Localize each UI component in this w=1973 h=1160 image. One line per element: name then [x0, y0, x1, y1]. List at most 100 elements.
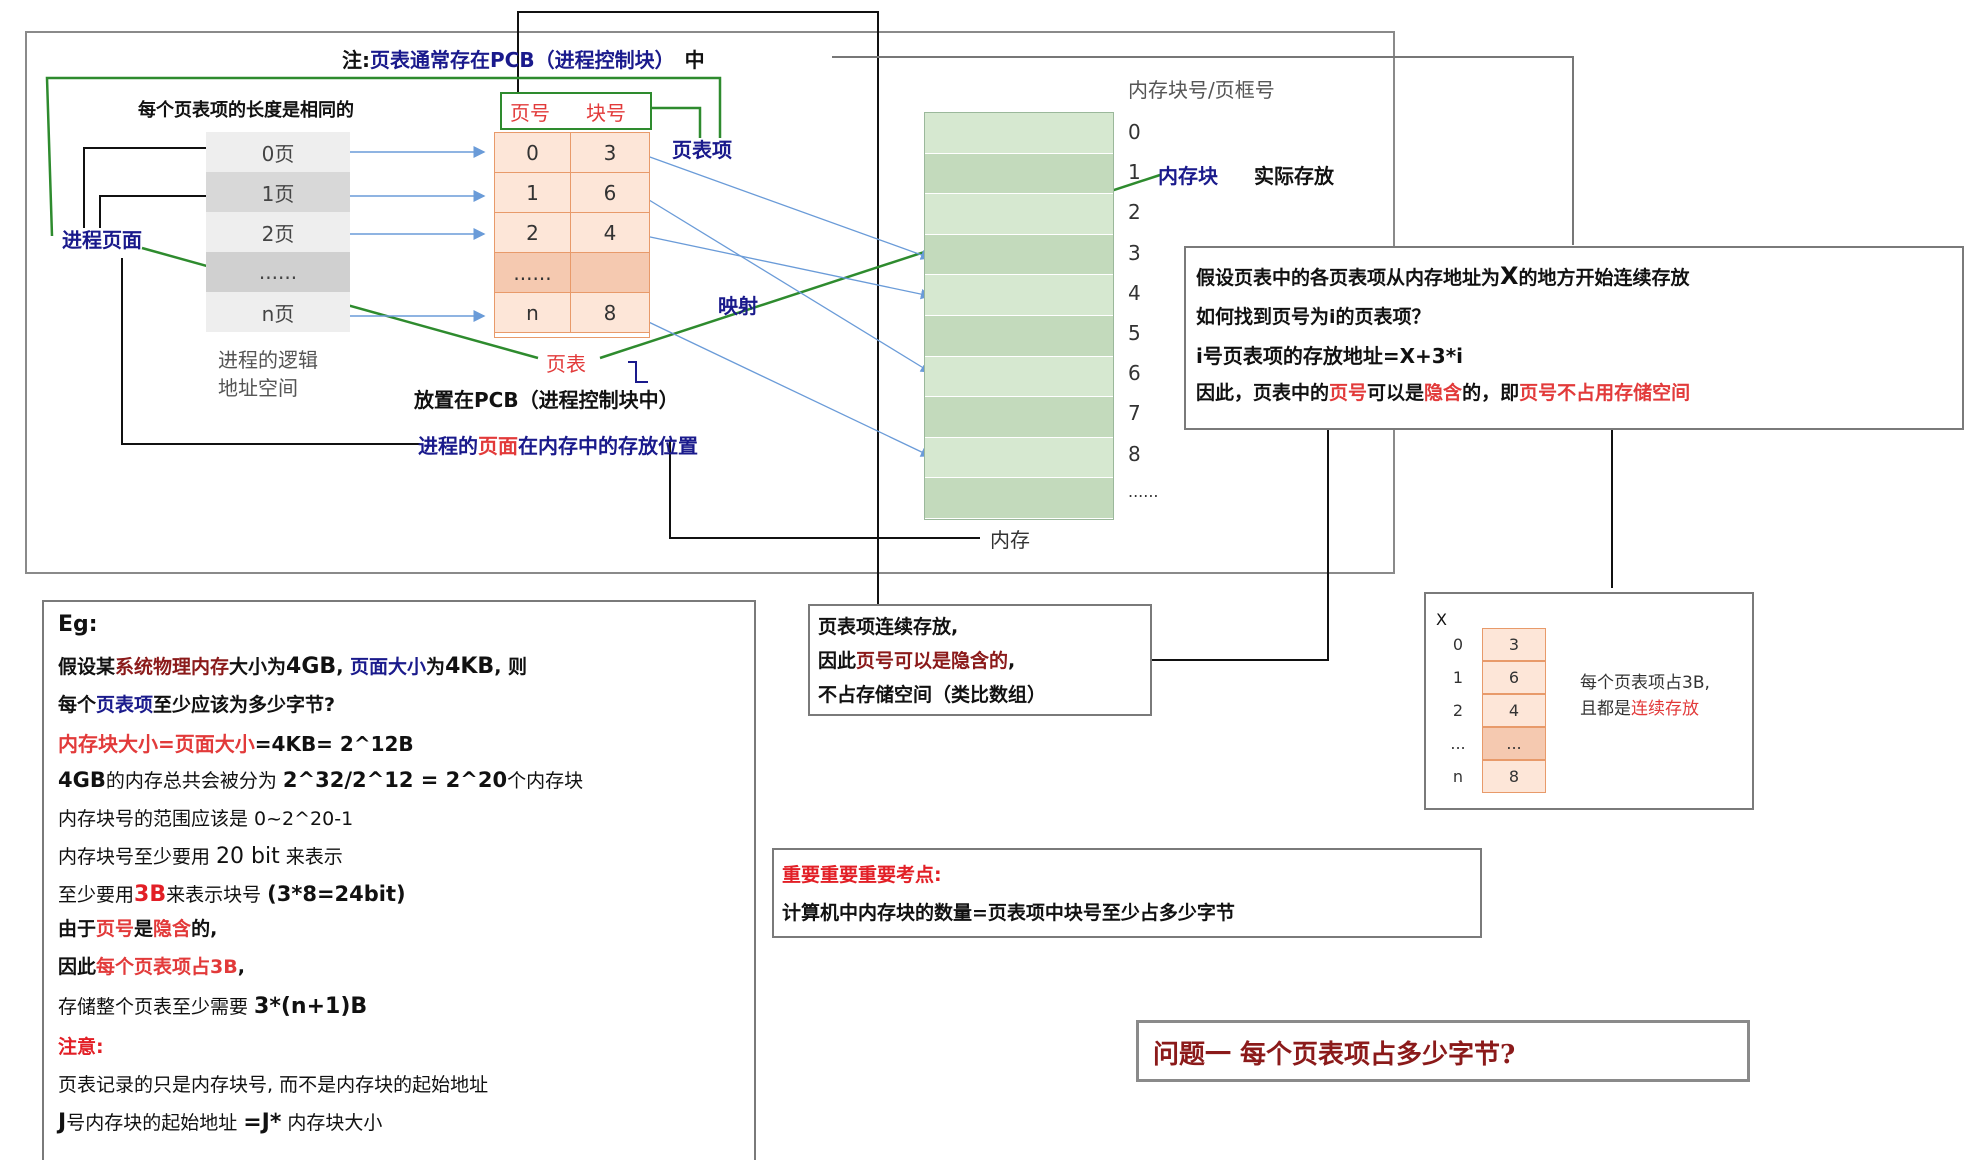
mini-table-box: X 0 1 2... n 3 6 4... 8 每个页表项占3B, 且都是连续存放: [1424, 592, 1754, 810]
actual-storage-label: 实际存放: [1254, 164, 1334, 188]
middle-note-line3: 不占存储空间（类比数组）: [818, 684, 1047, 706]
ex-l9-b: 每个页表项占3B: [96, 956, 238, 978]
page-table-page-cell-4: n: [495, 293, 571, 333]
pcb-note-main: 页表通常存在PCB（进程控制块）: [370, 48, 675, 72]
logical-space-label-1: 进程的逻辑: [218, 348, 318, 372]
memory-block-number-6: 6: [1128, 361, 1141, 386]
ex-l1-g: 为: [426, 656, 446, 678]
pcb-note-suffix: 中: [684, 48, 705, 72]
page-table-block-cell-2: 4: [571, 213, 649, 253]
logical-page-3: ......: [206, 252, 350, 293]
right-note-line4-e: 的，即: [1462, 382, 1520, 404]
right-note-line2: 如何找到页号为i的页表项？: [1196, 306, 1431, 328]
example-line-13: J号内存块的起始地址 =J* 内存块大小: [58, 1108, 382, 1135]
right-note-line4-d: 隐含: [1424, 382, 1463, 404]
memory-cell-1: [925, 153, 1113, 195]
storage-position-part1: 进程的: [418, 434, 478, 458]
ex-l7-d: (3*8=24bit): [267, 882, 406, 906]
ex-l6-c: 来表示: [279, 846, 343, 868]
question-box: 问题一 每个页表项占多少字节?: [1136, 1020, 1750, 1082]
example-line-5: 内存块号的范围应该是 0~2^20-1: [58, 808, 354, 830]
mini-table-block-2: 4: [1482, 694, 1546, 727]
example-line-9: 因此每个页表项占3B,: [58, 952, 245, 979]
ex-l7-b: 3B: [134, 882, 167, 907]
logical-address-space: 0页 1页 2页...... n页: [206, 132, 350, 333]
mini-table-note-2a: 且都是: [1580, 699, 1631, 719]
memory-cell-2: [925, 194, 1113, 235]
mapping-label: 映射: [718, 294, 758, 318]
right-note-line1-c: 的地方开始连续存放: [1518, 267, 1690, 289]
ex-l1-f: 页面大小: [350, 656, 427, 678]
ex-l13-c: =J*: [243, 1110, 282, 1135]
memory-column: [924, 112, 1114, 520]
middle-note-line2-a: 因此: [818, 650, 857, 672]
ex-l7-c: 来表示块号: [166, 884, 268, 906]
example-box: Eg: 假设某系统物理内存大小为4GB, 页面大小为4KB, 则 每个页表项至少…: [42, 600, 756, 1160]
ex-l4-d: 个内存块: [507, 770, 584, 792]
memory-block-header: 内存块号/页框号: [1128, 78, 1275, 102]
question-text: 问题一 每个页表项占多少字节?: [1153, 1040, 1516, 1070]
ex-l13-a: J: [58, 1110, 67, 1135]
page-table-label: 页表: [546, 352, 586, 376]
memory-block-number-0: 0: [1128, 120, 1141, 144]
ex-l2-a: 每个: [58, 694, 97, 716]
ex-l8-e: 的,: [191, 918, 218, 940]
process-page-label: 进程页面: [62, 228, 142, 252]
right-note-line4-b: 页号: [1329, 382, 1368, 404]
ex-l2-c: 至少应该为多少字节?: [153, 694, 336, 716]
ex-l8-b: 页号: [96, 918, 135, 940]
memory-block-number-3: 3: [1128, 240, 1141, 265]
ex-l1-e: ,: [336, 656, 351, 678]
example-line-12: 页表记录的只是内存块号, 而不是内存块的起始地址: [58, 1074, 489, 1096]
middle-note-line2-b: 页号可以是隐含的: [856, 650, 1009, 672]
right-note-line4: 因此，页表中的页号可以是隐含的，即页号不占用存储空间: [1196, 378, 1690, 405]
page-table-block-cell-1: 6: [571, 173, 649, 213]
ex-l6-a: 内存块号至少要用: [58, 846, 217, 868]
storage-position-part2: 页面: [478, 434, 518, 458]
logical-space-label-2: 地址空间: [218, 376, 298, 400]
ex-l3-a: 内存块大小=页面大小: [58, 732, 255, 756]
storage-position-part3: 在内存中的存放位置: [518, 434, 698, 458]
ex-l10-b: 3*(n+1)B: [254, 994, 368, 1019]
ex-l4-a: 4GB: [58, 768, 106, 792]
memory-block-number-5: 5: [1128, 321, 1141, 345]
page-table-page-cell-1: 1: [495, 173, 571, 213]
ex-l1-h: 4KB: [445, 654, 495, 679]
page-table-page-cell-2: 2: [495, 213, 571, 253]
middle-note-line1: 页表项连续存放,: [818, 616, 959, 638]
storage-position-label: 进程的页面在内存中的存放位置: [418, 430, 698, 459]
key-point-box: 重要重要重要考点: 计算机中内存块的数量=页表项中块号至少占多少字节: [772, 848, 1482, 938]
right-note-line1: 假设页表中的各页表项从内存地址为X的地方开始连续存放: [1196, 262, 1690, 290]
memory-block-number-9: ......: [1128, 481, 1159, 501]
example-line-3: 内存块大小=页面大小=4KB= 2^12B: [58, 728, 414, 757]
memory-cell-0: [925, 113, 1113, 154]
page-table-header: 页号 块号: [500, 92, 652, 130]
ex-l1-a: 假设某: [58, 656, 116, 678]
example-line-11: 注意:: [58, 1036, 104, 1058]
right-note-line4-c: 可以是: [1367, 382, 1425, 404]
mini-table-page-4: n: [1452, 767, 1464, 786]
mini-table-block-4: 8: [1482, 760, 1546, 793]
memory-block-number-7: 7: [1128, 401, 1141, 426]
example-title: Eg:: [58, 612, 98, 637]
page-table-block-cell-0: 3: [571, 133, 649, 173]
memory-cell-6: [925, 356, 1113, 398]
page-table: 0 3 1 6 2 4...... n 8: [494, 132, 650, 338]
pcb-note-prefix: 注:: [342, 48, 370, 72]
mini-table-x-label: X: [1436, 610, 1447, 629]
memory-cell-9: [925, 478, 1113, 519]
right-note-line4-f: 页号不占用存储空间: [1519, 382, 1691, 404]
example-line-4: 4GB的内存总共会被分为 2^32/2^12 = 2^20个内存块: [58, 766, 583, 793]
mini-table-page-1: 1: [1452, 668, 1464, 687]
mini-table-block-0: 3: [1482, 628, 1546, 661]
ex-l1-c: 大小为: [229, 656, 287, 678]
ex-l9-a: 因此: [58, 956, 97, 978]
right-note-line4-a: 因此，页表中的: [1196, 382, 1330, 404]
mini-table-note-2b: 连续存放: [1631, 699, 1699, 719]
memory-cell-8: [925, 437, 1113, 479]
header-block-number: 块号: [586, 101, 626, 125]
mini-table-note-1: 每个页表项占3B,: [1580, 673, 1710, 693]
example-line-7: 至少要用3B来表示块号 (3*8=24bit): [58, 880, 406, 907]
page-table-entry-label: 页表项: [672, 138, 732, 162]
ex-l4-c: 2^32/2^12 = 2^20: [282, 768, 508, 792]
